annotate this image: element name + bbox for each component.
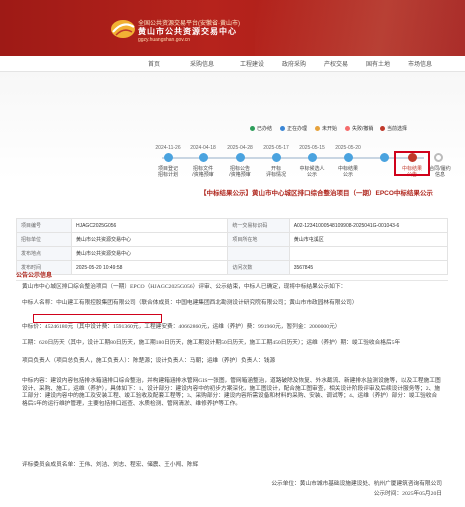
site-header: 全国公共资源交易平台(安徽省·黄山市) 黄山市公共资源交易中心 ggzy.hua… xyxy=(0,0,465,56)
section-title: 公告公示信息 xyxy=(16,273,53,279)
done-dot-icon xyxy=(250,126,255,131)
table-row: 项目编号 HJAGC2025G056 统一交易标识码 A02-123410005… xyxy=(16,218,449,233)
table-key: 项目编号 xyxy=(16,218,72,233)
table-key: 访问次数 xyxy=(227,260,290,275)
table-key: 招标单位 xyxy=(16,232,72,247)
table-key: 项目所在地 xyxy=(227,232,290,247)
table-value: 2025-05-20 10:49:58 xyxy=(70,260,229,275)
timeline-step-node[interactable] xyxy=(164,153,173,162)
table-key xyxy=(227,246,290,261)
section-divider xyxy=(16,280,448,281)
current-dot-icon xyxy=(380,126,385,131)
nav-item-property[interactable]: 产权交易 xyxy=(324,59,348,68)
timeline-step-label: 招标公告 /资格预审 xyxy=(229,166,251,178)
table-key: 发布地点 xyxy=(16,246,72,261)
nav-item-market[interactable]: 市场信息 xyxy=(408,59,432,68)
scope-content: 中标内容：建设内容包括排水箱涵排口综合整治，并构建箱涵排水管网GIS一张图，管网… xyxy=(22,378,441,407)
table-value: 黄山市公共资源交易中心 xyxy=(70,246,229,261)
table-value: 黄山市屯溪区 xyxy=(288,232,449,247)
timeline-step-label: 招标文件 /资格预审 xyxy=(192,166,214,178)
timeline-date: 2025-05-17 xyxy=(263,145,289,151)
winner-highlight-box xyxy=(33,314,162,323)
nav-item-engineering[interactable]: 工程建设 xyxy=(240,59,264,68)
main-nav: 首页 采购信息 工程建设 政府采购 产权交易 国有土地 市场信息 xyxy=(0,56,465,72)
timeline-step-label: 开标 评标情况 xyxy=(265,166,287,178)
timeline-date: 2024-04-18 xyxy=(190,145,216,151)
notice-intro: 黄山市中心城区排口综合整治项目（一期）EPCO（HJAGC2025G056）评审… xyxy=(22,284,347,290)
current-step-highlight xyxy=(394,151,430,176)
timeline-step-node[interactable] xyxy=(199,153,208,162)
legend-in-progress: 正在办理 xyxy=(280,125,307,132)
nav-item-procurement-info[interactable]: 采购信息 xyxy=(190,59,214,68)
timeline-date: 2025-04-28 xyxy=(227,145,253,151)
header-decoration xyxy=(255,0,465,56)
table-value: HJAGC2025G056 xyxy=(70,218,229,233)
site-logo-icon[interactable] xyxy=(110,18,136,40)
timeline-step-node[interactable] xyxy=(344,153,353,162)
legend-not-started: 未开始 xyxy=(315,125,337,132)
table-value: 3567845 xyxy=(288,260,449,275)
nav-item-home[interactable]: 首页 xyxy=(148,59,160,68)
timeline-step-label: 项目登记 招标计划 xyxy=(157,166,179,178)
table-row: 发布时间 2025-05-20 10:49:58 访问次数 3567845 xyxy=(16,260,449,275)
timeline-date: 2024-11-26 xyxy=(155,145,181,151)
winner-name: 中标人名称：中山建工有限控股集团有限公司（联合体成员：中国电建集团西北勘测设计研… xyxy=(22,300,358,306)
site-title: 黄山市公共资源交易中心 xyxy=(138,27,237,36)
legend-failed: 失败/撤销 xyxy=(345,125,373,132)
table-row: 发布地点 黄山市公共资源交易中心 xyxy=(16,246,449,261)
timeline-step-node[interactable] xyxy=(380,153,389,162)
timeline-step-label: 合同/履约 信息 xyxy=(429,166,451,178)
timeline-step-node[interactable] xyxy=(272,153,281,162)
evaluation-committee: 评标委员会成员名单：王伟、刘洁、刘志、程宏、储震、王小闯、陈辉 xyxy=(22,462,199,468)
project-managers: 项目负责人（项目总负责人，施工负责人）：陈楚源；设计负责人：马朝；运维（养护）负… xyxy=(22,358,276,364)
duration: 工期：620日历天（其中，设计工期80日历天，施工期180日历天，施工期设计期5… xyxy=(22,340,401,346)
legend-done: 已办结 xyxy=(250,125,272,132)
site-domain: ggzy.huangshan.gov.cn xyxy=(138,37,191,43)
nav-item-land[interactable]: 国有土地 xyxy=(366,59,390,68)
publishing-units: 公示单位：黄山市城市基础设施建设处、杭州广厦建筑咨询有限公司 xyxy=(271,481,442,487)
table-value: A02-12341000548109908-2025041G-001043-6 xyxy=(288,218,449,233)
not-started-dot-icon xyxy=(315,126,320,131)
timeline-step-label: 中标候选人 公示 xyxy=(299,166,325,178)
timeline-date: 2025-05-20 xyxy=(335,145,361,151)
publish-date: 公示时间：2025年05月20日 xyxy=(373,491,442,497)
winning-price: 中标价：45246180元（其中设计费：1591360元，工程建安费：40662… xyxy=(22,324,341,330)
timeline-step-node[interactable] xyxy=(236,153,245,162)
timeline-step-node[interactable] xyxy=(434,153,443,162)
page-title: 【中标结果公示】黄山市中心城区排口综合整治项目（一期）EPCO中标结果公示 xyxy=(200,190,433,197)
project-info-table: 项目编号 HJAGC2025G056 统一交易标识码 A02-123410005… xyxy=(16,218,449,275)
table-row: 招标单位 黄山市公共资源交易中心 项目所在地 黄山市屯溪区 xyxy=(16,232,449,247)
legend-current: 当前选择 xyxy=(380,125,407,132)
nav-item-gov-procurement[interactable]: 政府采购 xyxy=(282,59,306,68)
table-key: 统一交易标识码 xyxy=(227,218,290,233)
table-value: 黄山市公共资源交易中心 xyxy=(70,232,229,247)
timeline-date: 2025-05-15 xyxy=(299,145,325,151)
timeline-step-label: 中标结果 公示 xyxy=(337,166,359,178)
failed-dot-icon xyxy=(345,126,350,131)
in-progress-dot-icon xyxy=(280,126,285,131)
timeline-step-node[interactable] xyxy=(308,153,317,162)
table-value xyxy=(288,246,449,261)
